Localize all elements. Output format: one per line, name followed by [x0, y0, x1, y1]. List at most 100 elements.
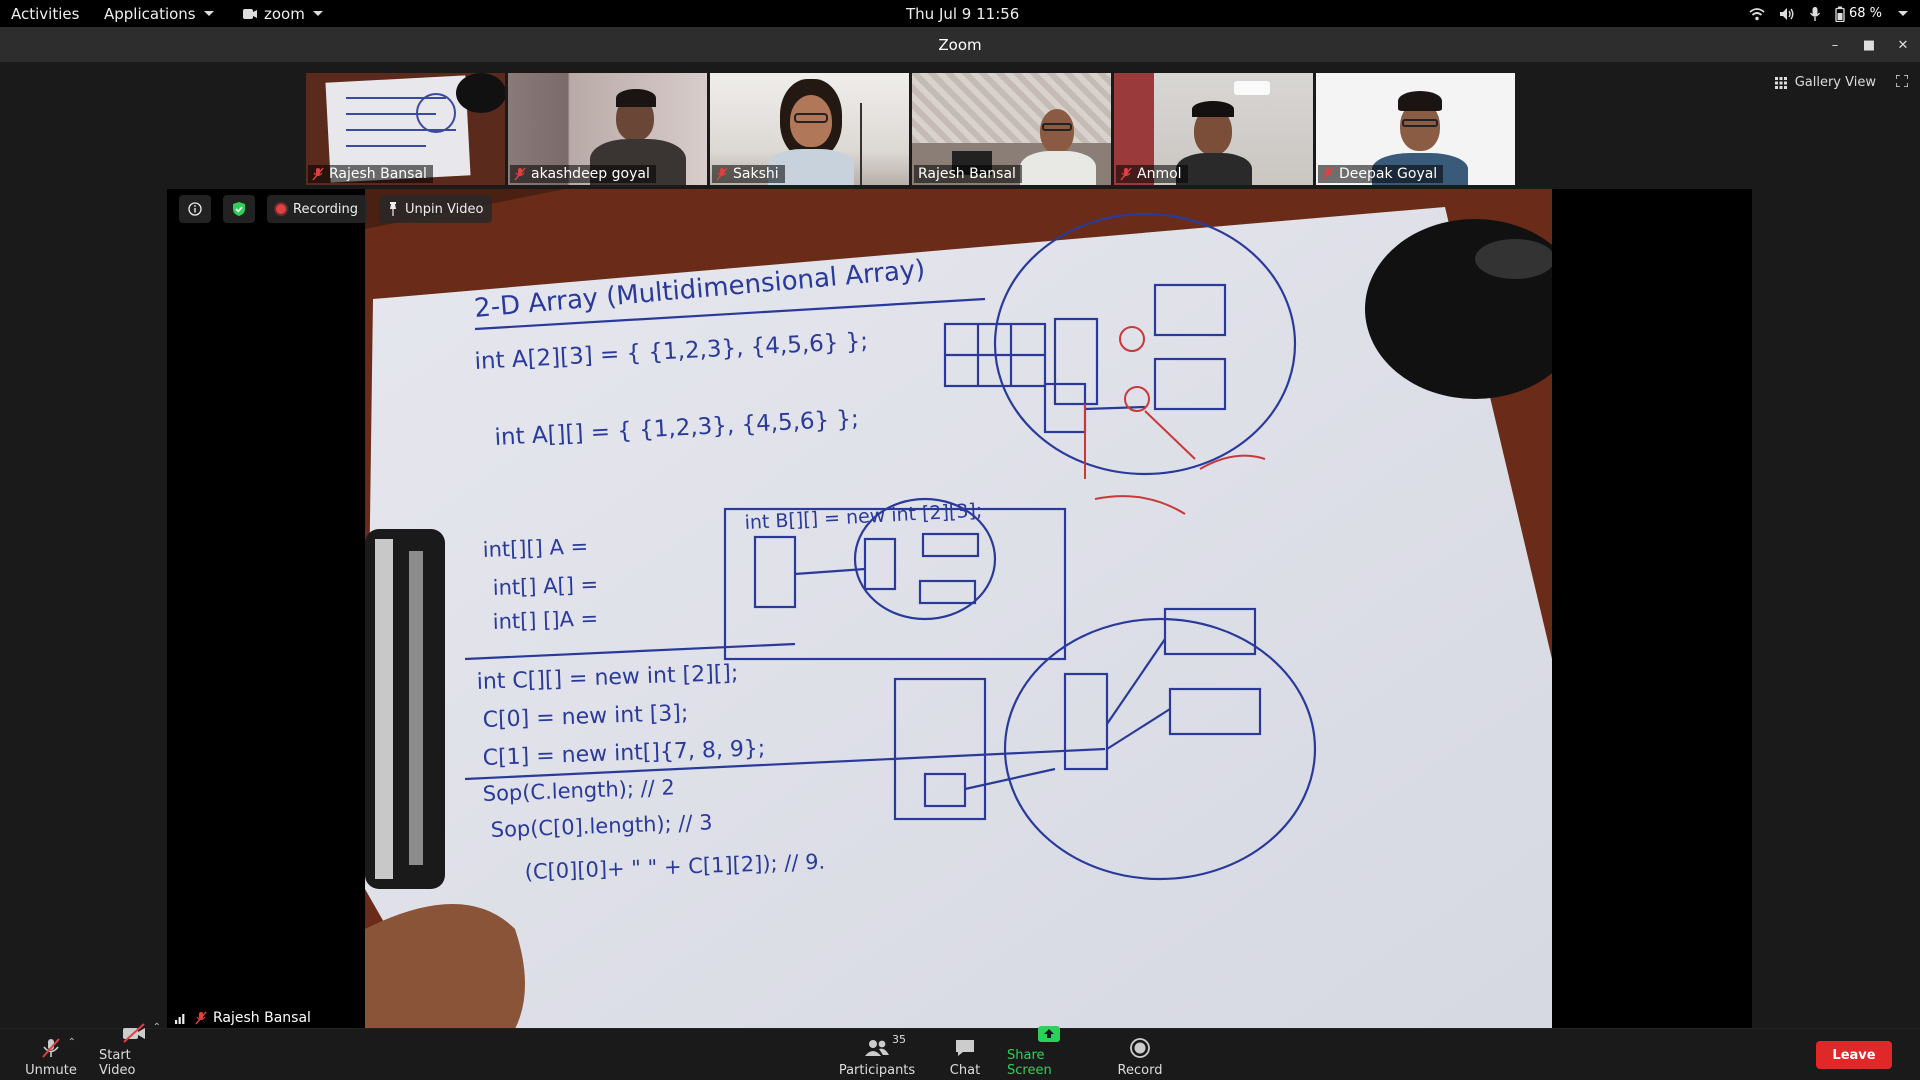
clock-label: Thu Jul 9 11:56 [906, 4, 1020, 23]
participant-tile[interactable]: Sakshi [710, 73, 909, 185]
chat-icon [956, 1040, 974, 1056]
battery-icon [1835, 6, 1845, 22]
record-button[interactable]: Record [1116, 1032, 1164, 1078]
record-icon [1130, 1038, 1150, 1058]
recording-label: Recording [293, 201, 359, 217]
participant-name: Rajesh Bansal [329, 166, 427, 182]
volume-icon [1779, 7, 1794, 20]
share-screen-label: Share Screen [1007, 1048, 1052, 1078]
active-speaker-name: Rajesh Bansal [213, 1010, 311, 1026]
shield-icon [233, 202, 245, 216]
applications-label: Applications [104, 4, 196, 23]
gallery-strip: Rajesh Bansal akashdeep goyal Sakshi Raj… [306, 73, 1515, 185]
leave-label: Leave [1832, 1047, 1876, 1063]
activities-button[interactable]: Activities [11, 0, 79, 27]
battery-percent: 68 % [1848, 6, 1882, 21]
meeting-toolbar: ⌃ Unmute ⌃ Start Video 35 Participants C… [0, 1022, 1920, 1080]
close-icon[interactable]: ✕ [1896, 38, 1910, 53]
participant-name-tag: Rajesh Bansal [914, 165, 1022, 183]
chat-label: Chat [949, 1063, 981, 1078]
participant-name: Rajesh Bansal [918, 166, 1016, 182]
chevron-up-icon[interactable]: ⌃ [68, 1037, 76, 1048]
participant-name: Deepak Goyal [1339, 166, 1438, 182]
window-title-bar[interactable]: Zoom – ■ ✕ [0, 27, 1920, 63]
system-top-bar: Activities Applications zoom Thu Jul 9 1… [0, 0, 1920, 27]
participant-name-tag: akashdeep goyal [510, 165, 656, 183]
chevron-down-icon [1898, 11, 1908, 16]
whiteboard-line: int[] []A = [492, 606, 598, 634]
participant-name: akashdeep goyal [531, 166, 650, 182]
whiteboard-line: int[][] A = [482, 534, 588, 562]
whiteboard-video-frame: 2-D Array (Multidimensional Array) int A… [365, 189, 1552, 1029]
participants-label: Participants [838, 1063, 916, 1078]
participant-name-tag: Anmol [1116, 165, 1188, 183]
meeting-area: Rajesh Bansal akashdeep goyal Sakshi Raj… [0, 63, 1920, 1029]
participants-icon [865, 1040, 889, 1056]
participant-tile[interactable]: Deepak Goyal [1316, 73, 1515, 185]
mic-muted-icon [1120, 167, 1132, 181]
chevron-down-icon [312, 11, 323, 16]
chat-button[interactable]: Chat [945, 1032, 985, 1078]
unpin-video-button[interactable]: Unpin Video [379, 195, 493, 223]
participant-name-tag: Sakshi [712, 165, 785, 183]
share-screen-button[interactable]: Share Screen [1007, 1026, 1091, 1078]
stage-overlay-controls: Recording Unpin Video [167, 189, 493, 229]
participant-name-tag: Deepak Goyal [1318, 165, 1444, 183]
meeting-info-button[interactable] [179, 195, 211, 223]
mic-muted-icon [195, 1011, 207, 1025]
participant-name: Anmol [1137, 166, 1182, 182]
participant-name: Sakshi [733, 166, 779, 182]
mic-muted-icon [514, 167, 526, 181]
app-menu-label: zoom [264, 4, 305, 23]
wifi-icon [1749, 7, 1765, 20]
participant-tile-active[interactable]: Rajesh Bansal [912, 73, 1111, 185]
speaker-video[interactable]: 2-D Array (Multidimensional Array) int A… [365, 189, 1552, 1029]
mic-muted-icon [312, 167, 324, 181]
participants-count: 35 [892, 1033, 906, 1046]
microphone-icon [1809, 6, 1821, 21]
unmute-button[interactable]: ⌃ Unmute [25, 1032, 77, 1078]
clock[interactable]: Thu Jul 9 11:56 [906, 0, 1019, 27]
recording-indicator[interactable]: Recording [267, 195, 368, 223]
zoom-app-icon [243, 8, 257, 19]
chevron-up-icon[interactable]: ⌃ [153, 1022, 161, 1033]
window-title: Zoom [938, 35, 982, 54]
grid-icon [1774, 76, 1787, 89]
mic-muted-icon [1322, 167, 1334, 181]
mic-muted-icon [42, 1038, 60, 1058]
fullscreen-icon[interactable] [1895, 74, 1909, 91]
whiteboard-line: int[] A[] = [492, 572, 598, 600]
participant-name-tag: Rajesh Bansal [308, 165, 433, 183]
minimize-icon[interactable]: – [1828, 38, 1842, 53]
activities-label: Activities [11, 4, 80, 23]
maximize-icon[interactable]: ■ [1862, 38, 1876, 53]
gallery-view-label: Gallery View [1794, 75, 1876, 90]
battery-indicator: 68 % [1835, 6, 1882, 22]
info-icon [188, 202, 202, 216]
share-screen-icon [1038, 1026, 1060, 1042]
participant-tile[interactable]: Rajesh Bansal [306, 73, 505, 185]
pin-icon [390, 202, 397, 216]
record-label: Record [1117, 1063, 1163, 1078]
mic-muted-icon [716, 167, 728, 181]
video-off-icon [123, 1023, 145, 1043]
gallery-view-button[interactable]: Gallery View [1774, 75, 1876, 90]
participant-tile[interactable]: Anmol [1114, 73, 1313, 185]
unmute-label: Unmute [25, 1063, 77, 1078]
signal-strength-icon [175, 1014, 185, 1024]
chevron-down-icon [203, 11, 214, 16]
applications-menu[interactable]: Applications [104, 0, 214, 27]
participants-button[interactable]: 35 Participants [839, 1032, 915, 1078]
active-speaker-tag: Rajesh Bansal [167, 1007, 319, 1029]
start-video-button[interactable]: ⌃ Start Video [99, 1022, 169, 1078]
participant-tile[interactable]: akashdeep goyal [508, 73, 707, 185]
start-video-label: Start Video [99, 1048, 136, 1078]
hand [365, 904, 525, 1029]
encryption-button[interactable] [223, 195, 255, 223]
recording-dot-icon [276, 204, 286, 214]
app-menu-zoom[interactable]: zoom [242, 0, 323, 27]
unpin-video-label: Unpin Video [405, 201, 484, 217]
video-stage: 2-D Array (Multidimensional Array) int A… [167, 189, 1752, 1029]
system-tray[interactable]: 68 % [1749, 0, 1908, 27]
leave-button[interactable]: Leave [1816, 1041, 1892, 1069]
